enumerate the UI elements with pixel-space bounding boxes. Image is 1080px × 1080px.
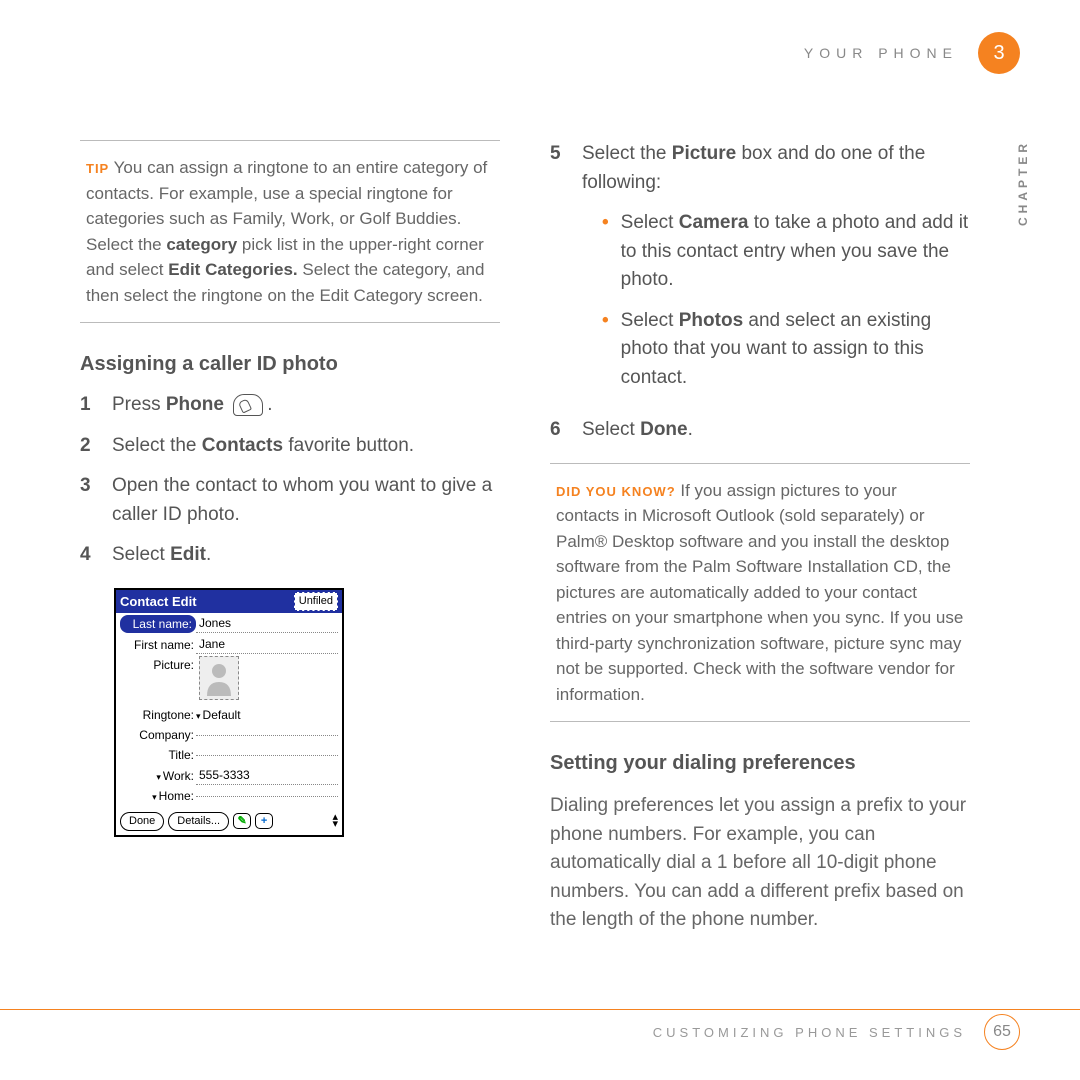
step-5-a: Select the bbox=[582, 143, 672, 164]
step-1: 1 Press Phone . bbox=[80, 391, 500, 420]
shot-company-label: Company: bbox=[120, 726, 196, 744]
shot-note-button[interactable]: ✎ bbox=[233, 813, 251, 829]
step-4-c: . bbox=[206, 544, 211, 565]
step-1-a: Press bbox=[112, 394, 166, 415]
step-4-a: Select bbox=[112, 544, 170, 565]
bullet-dot-icon: • bbox=[602, 209, 609, 295]
step-6-body: Select Done. bbox=[582, 416, 970, 445]
shot-title-value[interactable] bbox=[196, 755, 338, 756]
bullet-camera-b: Camera bbox=[679, 212, 749, 233]
did-you-know-label: DID YOU KNOW? bbox=[556, 484, 676, 499]
phone-icon bbox=[233, 394, 263, 416]
step-3-body: Open the contact to whom you want to giv… bbox=[112, 472, 500, 529]
left-column: TIP You can assign a ringtone to an enti… bbox=[80, 140, 500, 935]
shot-company-value[interactable] bbox=[196, 735, 338, 736]
step-5-b: Picture bbox=[672, 143, 736, 164]
step-2-c: favorite button. bbox=[283, 435, 414, 456]
page-number: 65 bbox=[993, 1023, 1011, 1041]
header: YOUR PHONE 3 bbox=[804, 32, 1020, 74]
step-2-a: Select the bbox=[112, 435, 202, 456]
step-1-b: Phone bbox=[166, 394, 224, 415]
section-dialing-title: Setting your dialing preferences bbox=[550, 748, 970, 778]
right-column: 5 Select the Picture box and do one of t… bbox=[550, 140, 970, 935]
page-number-badge: 65 bbox=[984, 1014, 1020, 1050]
step-5: 5 Select the Picture box and do one of t… bbox=[550, 140, 970, 404]
step-1-c: . bbox=[267, 394, 272, 415]
footer-label: CUSTOMIZING PHONE SETTINGS bbox=[653, 1025, 966, 1040]
shot-details-button[interactable]: Details... bbox=[168, 812, 229, 831]
shot-picture-label: Picture: bbox=[120, 656, 196, 674]
chapter-number: 3 bbox=[993, 42, 1004, 65]
shot-work-label-text: Work: bbox=[163, 769, 194, 783]
step-4: 4 Select Edit. bbox=[80, 541, 500, 570]
step-3: 3 Open the contact to whom you want to g… bbox=[80, 472, 500, 529]
shot-title-label: Title: bbox=[120, 746, 196, 764]
step-6-c: . bbox=[688, 419, 693, 440]
shot-ringtone-picker[interactable]: ▾Default bbox=[196, 706, 338, 724]
dropdown-triangle-icon: ▾ bbox=[152, 792, 157, 802]
shot-work-value[interactable]: 555-3333 bbox=[196, 766, 338, 785]
shot-lastname-label[interactable]: Last name: bbox=[120, 615, 196, 633]
step-4-body: Select Edit. bbox=[112, 541, 500, 570]
contact-edit-screenshot: Contact Edit Unfiled Last name: Jones Fi… bbox=[114, 588, 344, 837]
tip-bold-1: category bbox=[166, 235, 237, 254]
bullet-photos: • Select Photos and select an existing p… bbox=[602, 307, 970, 393]
shot-firstname-value[interactable]: Jane bbox=[196, 635, 338, 654]
shot-home-label[interactable]: ▾Home: bbox=[120, 787, 196, 805]
shot-picture-box[interactable] bbox=[199, 656, 239, 700]
step-6-a: Select bbox=[582, 419, 640, 440]
shot-titlebar: Contact Edit Unfiled bbox=[116, 590, 342, 614]
tip-bold-2: Edit Categories. bbox=[168, 260, 297, 279]
step-5-num: 5 bbox=[550, 140, 566, 404]
step-1-num: 1 bbox=[80, 391, 96, 420]
step-5-body: Select the Picture box and do one of the… bbox=[582, 140, 970, 404]
shot-add-button[interactable]: + bbox=[255, 813, 273, 829]
shot-category-picker[interactable]: Unfiled bbox=[294, 592, 338, 611]
step-4-num: 4 bbox=[80, 541, 96, 570]
chapter-number-badge: 3 bbox=[978, 32, 1020, 74]
footer: CUSTOMIZING PHONE SETTINGS 65 bbox=[653, 1014, 1020, 1050]
header-section: YOUR PHONE bbox=[804, 45, 958, 61]
step-2: 2 Select the Contacts favorite button. bbox=[80, 432, 500, 461]
shot-work-label[interactable]: ▾Work: bbox=[120, 767, 196, 785]
tip-box: TIP You can assign a ringtone to an enti… bbox=[80, 140, 500, 323]
did-you-know-box: DID YOU KNOW? If you assign pictures to … bbox=[550, 463, 970, 723]
bullet-camera: • Select Camera to take a photo and add … bbox=[602, 209, 970, 295]
step-6: 6 Select Done. bbox=[550, 416, 970, 445]
shot-firstname-label: First name: bbox=[120, 636, 196, 654]
bullet-photos-b: Photos bbox=[679, 310, 743, 331]
step-4-b: Edit bbox=[170, 544, 206, 565]
shot-title-text: Contact Edit bbox=[120, 592, 197, 612]
shot-scroll-arrows[interactable]: ▴▾ bbox=[332, 814, 338, 828]
footer-divider bbox=[0, 1009, 1080, 1010]
bullet-camera-a: Select bbox=[621, 212, 679, 233]
step-3-num: 3 bbox=[80, 472, 96, 529]
shot-ringtone-value: Default bbox=[203, 708, 241, 722]
section-caller-id-title: Assigning a caller ID photo bbox=[80, 349, 500, 379]
dropdown-triangle-icon: ▾ bbox=[156, 772, 161, 782]
dropdown-triangle-icon: ▾ bbox=[196, 711, 201, 721]
step-1-body: Press Phone . bbox=[112, 391, 500, 420]
step-6-b: Done bbox=[640, 419, 688, 440]
bullet-photos-a: Select bbox=[621, 310, 679, 331]
section-dialing-body: Dialing preferences let you assign a pre… bbox=[550, 792, 970, 935]
bullet-dot-icon: • bbox=[602, 307, 609, 393]
step-2-body: Select the Contacts favorite button. bbox=[112, 432, 500, 461]
shot-lastname-value[interactable]: Jones bbox=[196, 614, 338, 633]
did-you-know-text: If you assign pictures to your contacts … bbox=[556, 481, 963, 704]
shot-ringtone-label: Ringtone: bbox=[120, 706, 196, 724]
step-2-num: 2 bbox=[80, 432, 96, 461]
chapter-label-vertical: CHAPTER bbox=[1016, 140, 1030, 226]
step-2-b: Contacts bbox=[202, 435, 283, 456]
step-6-num: 6 bbox=[550, 416, 566, 445]
shot-home-value[interactable] bbox=[196, 796, 338, 797]
tip-label: TIP bbox=[86, 161, 109, 176]
shot-done-button[interactable]: Done bbox=[120, 812, 164, 831]
silhouette-icon bbox=[204, 660, 234, 696]
shot-home-label-text: Home: bbox=[159, 789, 194, 803]
